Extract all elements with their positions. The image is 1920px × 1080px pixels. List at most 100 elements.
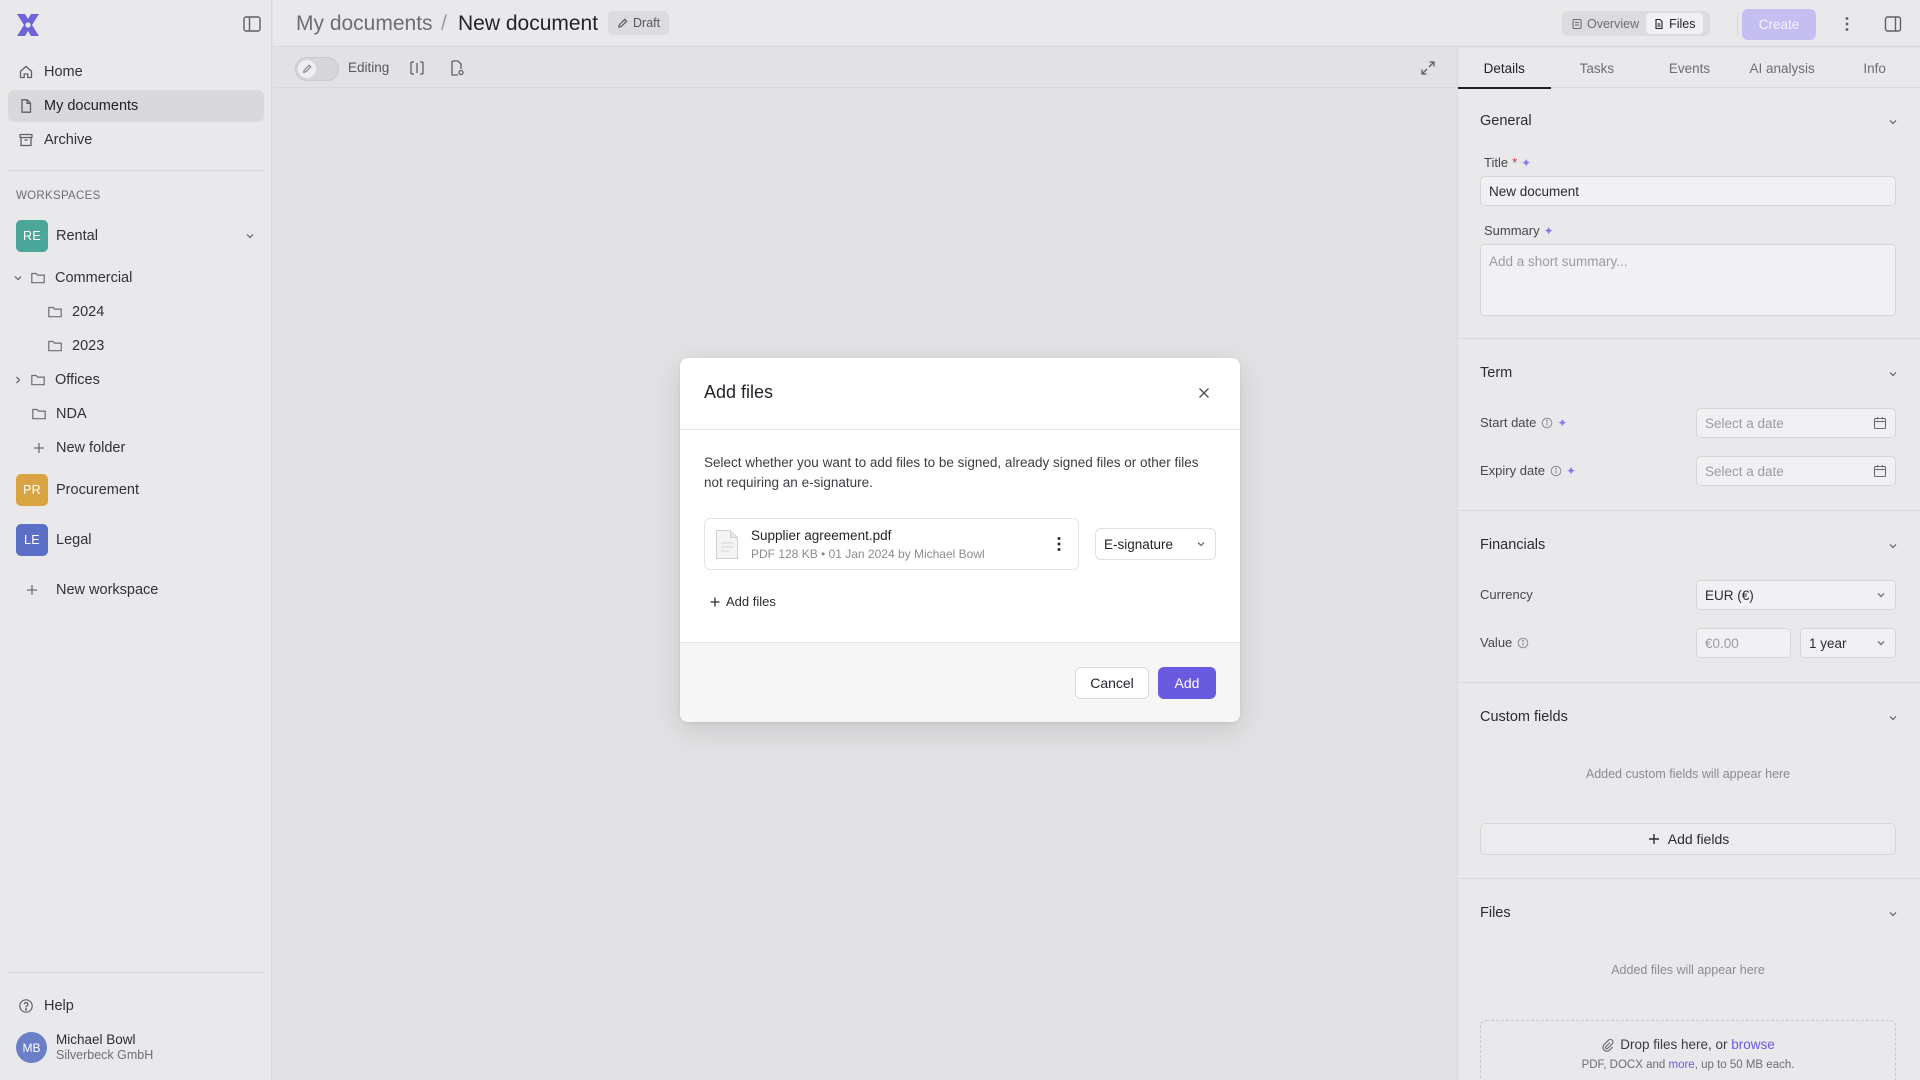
chevron-down-icon[interactable] (1887, 368, 1899, 380)
summary-label: Summary ✦ (1484, 223, 1554, 238)
folder-commercial[interactable]: Commercial (12, 263, 132, 293)
view-switcher: Overview Files (1562, 11, 1710, 36)
new-folder-button[interactable]: New folder (31, 433, 125, 463)
app-logo-icon[interactable] (14, 12, 42, 38)
folder-2023[interactable]: 2023 (47, 331, 104, 361)
split-view-icon[interactable] (408, 59, 426, 77)
custom-fields-hint: Added custom fields will appear here (1585, 767, 1791, 781)
document-settings-icon[interactable] (448, 59, 466, 77)
currency-label: Currency (1480, 587, 1533, 602)
sidebar: Home My documents Archive WORKSPACES RE … (0, 0, 272, 1080)
nav-home[interactable]: Home (8, 56, 264, 88)
view-overview-tab[interactable]: Overview (1564, 13, 1646, 34)
workspaces-label: WORKSPACES (16, 190, 101, 202)
add-button[interactable]: Add (1158, 667, 1216, 699)
help-link[interactable]: Help (8, 990, 264, 1022)
file-icon (715, 529, 739, 560)
plus-icon (1647, 832, 1661, 846)
tab-details[interactable]: Details (1458, 48, 1551, 89)
expiry-date-picker[interactable]: Select a date (1696, 456, 1896, 486)
status-badge[interactable]: Draft (608, 11, 670, 35)
chevron-down-icon (1875, 589, 1887, 601)
dialog-footer: Cancel Add (680, 642, 1240, 722)
file-meta: PDF 128 KB • 01 Jan 2024 by Michael Bowl (751, 547, 985, 561)
expiry-date-label-text: Expiry date (1480, 463, 1546, 478)
breadcrumb-parent[interactable]: My documents (296, 12, 433, 36)
folder-offices[interactable]: Offices (12, 365, 100, 395)
paperclip-icon (1601, 1038, 1614, 1052)
tab-events[interactable]: Events (1643, 48, 1736, 88)
breadcrumb-separator: / (441, 12, 447, 35)
pencil-icon (298, 60, 316, 78)
folder-2024[interactable]: 2024 (47, 297, 104, 327)
add-fields-button[interactable]: Add fields (1480, 823, 1896, 855)
start-date-placeholder: Select a date (1705, 415, 1784, 431)
help-label: Help (44, 998, 74, 1014)
chevron-down-icon[interactable] (244, 230, 256, 242)
archive-icon (18, 132, 34, 148)
divider (1458, 510, 1920, 511)
expiry-date-placeholder: Select a date (1705, 463, 1784, 479)
expand-icon[interactable] (1419, 59, 1437, 77)
info-icon[interactable] (1541, 417, 1553, 429)
folder-label: 2023 (72, 338, 105, 354)
chevron-down-icon[interactable] (1887, 116, 1899, 128)
user-profile[interactable]: MB Michael Bowl Silverbeck GmbH (16, 1032, 153, 1063)
start-date-picker[interactable]: Select a date (1696, 408, 1896, 438)
view-files-tab[interactable]: Files (1646, 13, 1703, 34)
files-icon (1653, 18, 1665, 30)
period-select[interactable]: 1 year (1800, 628, 1896, 658)
currency-select[interactable]: EUR (€) (1696, 580, 1896, 610)
workspace-procurement[interactable]: PR Procurement (8, 470, 264, 510)
info-icon[interactable] (1517, 637, 1529, 649)
toggle-panel-icon[interactable] (1883, 14, 1903, 34)
breadcrumb-current: New document (458, 12, 599, 35)
new-workspace-button[interactable]: New workspace (8, 570, 264, 610)
signature-type-select[interactable]: E-signature (1095, 528, 1216, 560)
drop-text: Drop files here, or (1620, 1037, 1728, 1052)
chevron-down-icon[interactable] (1887, 540, 1899, 552)
divider (1458, 878, 1920, 879)
nav-archive[interactable]: Archive (8, 124, 264, 156)
chevron-down-icon[interactable] (1887, 908, 1899, 920)
plus-icon (709, 596, 721, 608)
title-label: Title * ✦ (1484, 155, 1531, 170)
more-formats-link[interactable]: more (1669, 1059, 1695, 1071)
chevron-down-icon[interactable] (1887, 712, 1899, 724)
value-input[interactable]: €0.00 (1696, 628, 1791, 658)
workspace-legal[interactable]: LE Legal (8, 520, 264, 560)
file-drop-zone[interactable]: Drop files here, or browse PDF, DOCX and… (1480, 1020, 1896, 1080)
chevron-down-icon[interactable] (12, 272, 24, 284)
dialog-title: Add files (704, 382, 774, 402)
summary-input[interactable]: Add a short summary... (1480, 244, 1896, 316)
user-name: Michael Bowl (56, 1032, 136, 1047)
add-fields-label: Add fields (1667, 831, 1730, 847)
more-options-icon[interactable] (1837, 14, 1857, 34)
status-label: Draft (633, 16, 661, 30)
tab-ai-analysis[interactable]: AI analysis (1736, 48, 1829, 88)
chevron-right-icon[interactable] (12, 374, 24, 386)
top-bar: My documents / New document Draft Overvi… (273, 0, 1920, 47)
nav-my-documents[interactable]: My documents (8, 90, 264, 122)
info-icon[interactable] (1550, 465, 1562, 477)
add-files-link[interactable]: Add files (709, 594, 776, 609)
folder-nda[interactable]: NDA (31, 399, 87, 429)
file-options-icon[interactable] (1051, 535, 1067, 553)
folder-icon (30, 270, 46, 286)
cancel-button[interactable]: Cancel (1075, 667, 1149, 699)
create-button[interactable]: Create (1742, 9, 1816, 40)
editing-toggle[interactable] (295, 57, 339, 81)
browse-link[interactable]: browse (1731, 1037, 1775, 1052)
section-general-title: General (1480, 113, 1532, 129)
workspace-rental[interactable]: RE Rental (8, 216, 264, 256)
tab-info[interactable]: Info (1828, 48, 1920, 88)
workspace-name: Rental (56, 228, 98, 244)
close-icon[interactable] (1196, 385, 1212, 401)
view-files-label: Files (1669, 16, 1696, 31)
collapse-sidebar-icon[interactable] (242, 15, 262, 33)
plus-icon (16, 574, 48, 606)
title-input[interactable]: New document (1480, 176, 1896, 206)
tab-tasks[interactable]: Tasks (1551, 48, 1644, 88)
document-icon (18, 98, 34, 114)
signature-type-value: E-signature (1104, 536, 1174, 552)
